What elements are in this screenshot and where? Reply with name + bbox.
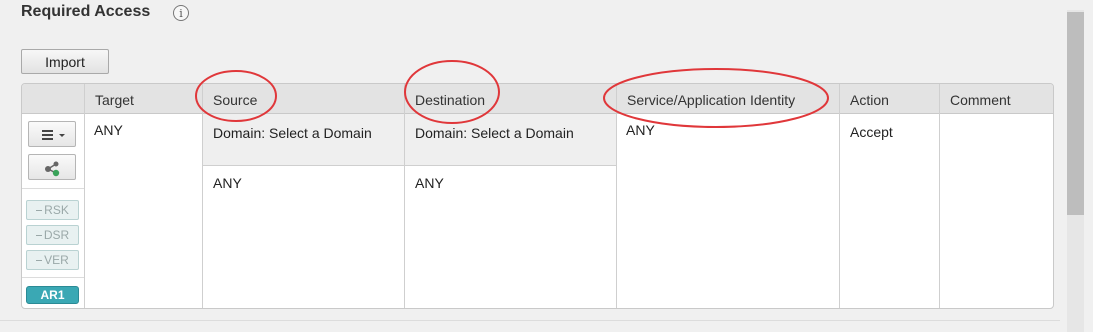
info-icon[interactable]: i xyxy=(173,5,189,21)
column-divider xyxy=(939,114,940,308)
vertical-scrollbar-thumb[interactable] xyxy=(1067,12,1084,215)
control-separator xyxy=(22,277,84,278)
divider xyxy=(0,320,1060,321)
tag-dsr[interactable]: DSR xyxy=(26,225,79,245)
header-service[interactable]: Service/Application Identity xyxy=(616,84,839,114)
source-domain-selector[interactable]: Domain: Select a Domain xyxy=(213,125,372,141)
header-destination[interactable]: Destination xyxy=(404,84,616,114)
column-divider xyxy=(616,114,617,308)
action-value[interactable]: Accept xyxy=(850,124,893,140)
column-divider xyxy=(84,114,85,308)
tag-rsk[interactable]: RSK xyxy=(26,200,79,220)
destination-domain-selector[interactable]: Domain: Select a Domain xyxy=(415,125,574,141)
header-comment[interactable]: Comment xyxy=(939,84,1053,114)
connect-icon xyxy=(45,161,60,177)
control-separator xyxy=(22,188,84,189)
menu-icon xyxy=(42,130,65,140)
section-title: Required Access xyxy=(21,3,151,20)
column-divider xyxy=(839,114,840,308)
connect-button[interactable] xyxy=(28,154,76,180)
source-value[interactable]: ANY xyxy=(213,175,242,191)
rule-table: Target Source Destination Service/Applic… xyxy=(21,83,1054,309)
row-menu-button[interactable] xyxy=(28,121,76,147)
tag-ver[interactable]: VER xyxy=(26,250,79,270)
destination-value[interactable]: ANY xyxy=(415,175,444,191)
header-source[interactable]: Source xyxy=(202,84,404,114)
target-value[interactable]: ANY xyxy=(94,122,123,138)
service-value[interactable]: ANY xyxy=(626,122,655,138)
tag-ar1-badge[interactable]: AR1 xyxy=(26,286,79,304)
import-button[interactable]: Import xyxy=(21,49,109,74)
header-target[interactable]: Target xyxy=(84,84,202,114)
header-action[interactable]: Action xyxy=(839,84,939,114)
